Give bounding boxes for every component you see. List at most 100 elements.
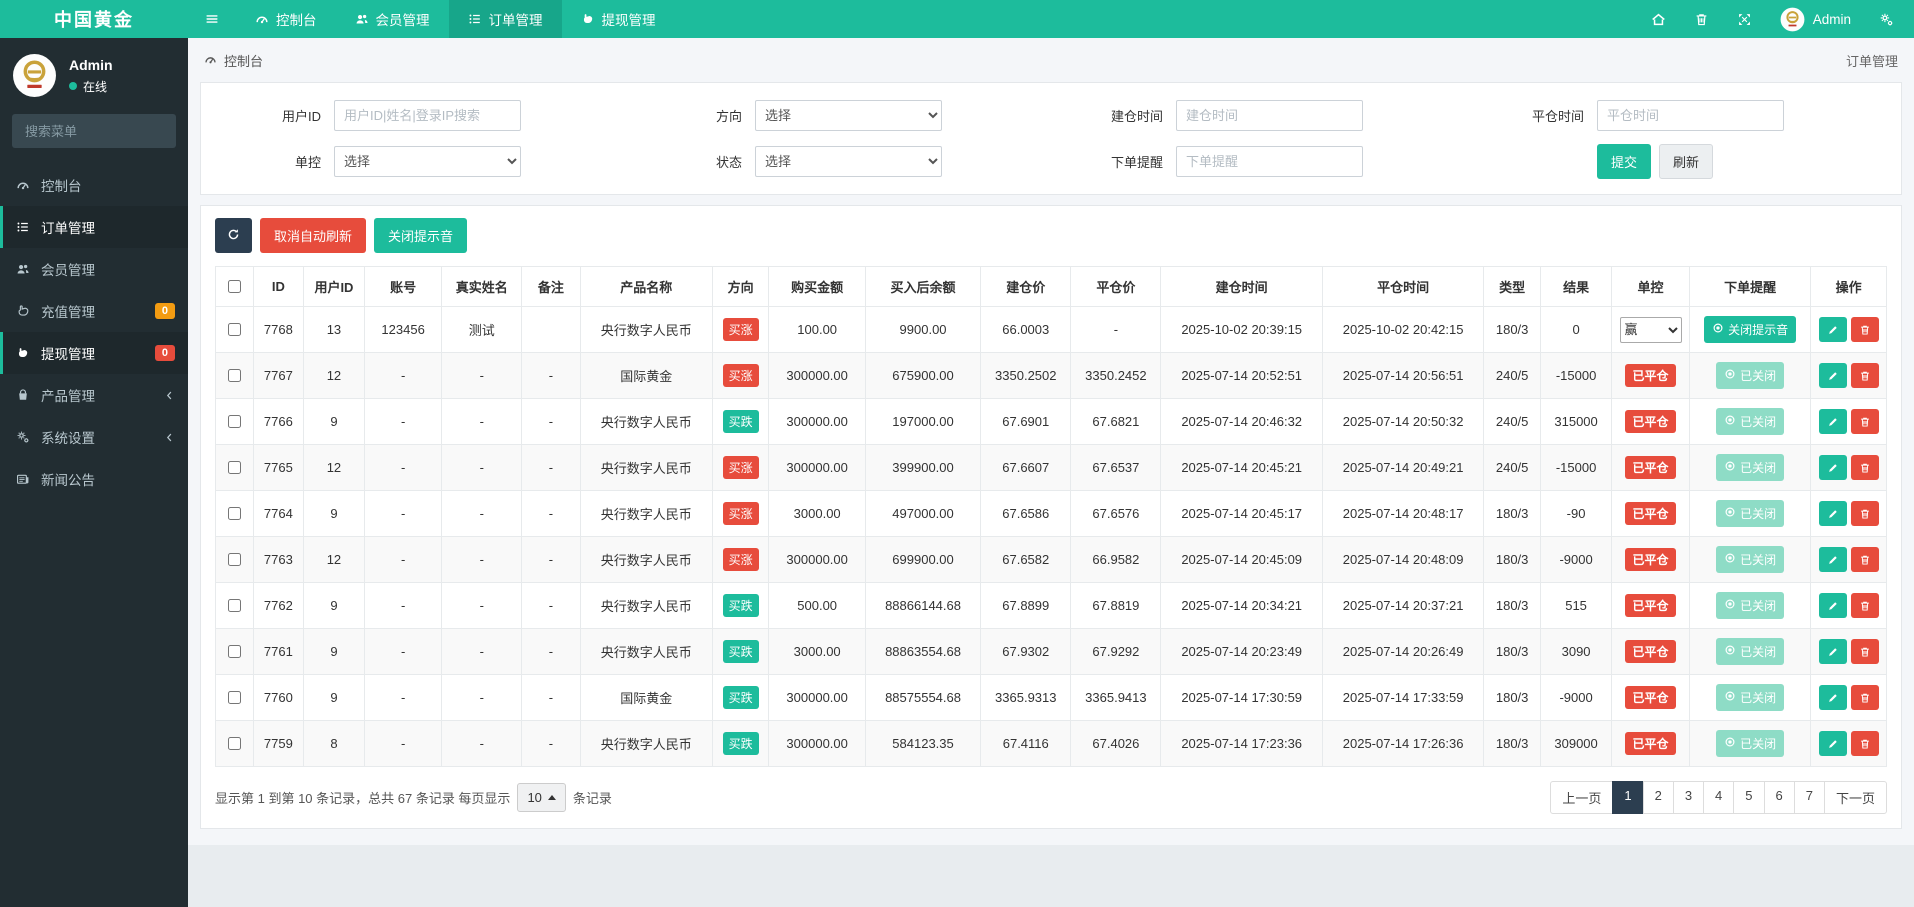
sidebar-item-recharge[interactable]: 充值管理 0 xyxy=(0,290,188,332)
delete-button[interactable] xyxy=(1850,455,1879,480)
remind-closed-button[interactable]: 已关闭 xyxy=(1716,638,1785,665)
page-button-5[interactable]: 5 xyxy=(1733,781,1765,814)
page-button-1[interactable]: 1 xyxy=(1612,781,1644,814)
sidebar-item-withdraw[interactable]: 提现管理 0 xyxy=(0,332,188,374)
order-remind-input[interactable] xyxy=(1176,146,1363,177)
remind-closed-button[interactable]: 已关闭 xyxy=(1716,546,1785,573)
sidebar-toggle-button[interactable] xyxy=(188,0,236,38)
page-size-dropdown[interactable]: 10 xyxy=(517,783,566,812)
row-checkbox[interactable] xyxy=(228,553,242,566)
expand-icon[interactable] xyxy=(1737,12,1752,27)
close-time-input[interactable] xyxy=(1597,100,1784,131)
user-id-input[interactable] xyxy=(334,100,521,131)
refresh-filters-button[interactable]: 刷新 xyxy=(1659,144,1714,179)
orders-table: ID 用户ID 账号 真实姓名 备注 产品名称 方向 购买金额 买入后余额 建仓价 平仓价 建仓时间平… xyxy=(215,266,1887,767)
cell-type: 180/3 xyxy=(1483,720,1541,767)
cancel-auto-refresh-button[interactable]: 取消自动刷新 xyxy=(260,218,367,253)
edit-button[interactable] xyxy=(1818,317,1847,342)
delete-button[interactable] xyxy=(1850,409,1879,434)
select-all-checkbox[interactable] xyxy=(228,280,242,293)
delete-button[interactable] xyxy=(1850,363,1879,388)
direction-badge: 买跌 xyxy=(722,686,759,709)
nav-item-orders[interactable]: 订单管理 xyxy=(448,0,562,38)
direction-badge: 买涨 xyxy=(722,502,759,525)
sidebar-item-orders[interactable]: 订单管理 xyxy=(0,206,188,248)
edit-button[interactable] xyxy=(1818,409,1847,434)
home-icon[interactable] xyxy=(1651,12,1666,27)
control-select[interactable]: 选择 xyxy=(334,146,521,177)
cell-close-price: 66.9582 xyxy=(1070,536,1162,583)
row-checkbox[interactable] xyxy=(228,461,242,474)
cell-open-price: 67.6901 xyxy=(980,398,1072,445)
edit-button[interactable] xyxy=(1818,547,1847,572)
admin-menu[interactable]: Admin xyxy=(1780,7,1851,32)
edit-button[interactable] xyxy=(1818,593,1847,618)
delete-button[interactable] xyxy=(1850,593,1879,618)
submit-button[interactable]: 提交 xyxy=(1597,144,1652,179)
edit-button[interactable] xyxy=(1818,639,1847,664)
sidebar-item-news[interactable]: 新闻公告 xyxy=(0,458,188,500)
cell-remind: 已关闭 xyxy=(1688,398,1812,445)
nav-item-members[interactable]: 会员管理 xyxy=(336,0,449,38)
closed-badge: 已平仓 xyxy=(1625,732,1676,755)
direction-select[interactable]: 选择 xyxy=(755,100,942,131)
nav-item-dashboard[interactable]: 控制台 xyxy=(236,0,336,38)
control-select[interactable]: 赢 xyxy=(1619,316,1682,343)
remind-closed-button[interactable]: 已关闭 xyxy=(1716,592,1785,619)
status-select[interactable]: 选择 xyxy=(755,146,942,177)
row-checkbox[interactable] xyxy=(228,645,242,658)
delete-button[interactable] xyxy=(1850,731,1879,756)
close-remind-button[interactable]: 关闭提示音 xyxy=(1704,316,1797,343)
row-checkbox[interactable] xyxy=(228,323,242,336)
cell-real-name: - xyxy=(441,444,523,491)
delete-button[interactable] xyxy=(1850,501,1879,526)
edit-button[interactable] xyxy=(1818,685,1847,710)
edit-button[interactable] xyxy=(1818,501,1847,526)
delete-button[interactable] xyxy=(1850,317,1879,342)
delete-button[interactable] xyxy=(1850,547,1879,572)
gears-icon[interactable] xyxy=(1879,12,1894,27)
sidebar-item-label: 产品管理 xyxy=(41,389,95,404)
sidebar-search-input[interactable] xyxy=(23,122,203,140)
cell-select xyxy=(215,536,254,583)
delete-button[interactable] xyxy=(1850,685,1879,710)
sidebar-item-dashboard[interactable]: 控制台 xyxy=(0,164,188,206)
edit-button[interactable] xyxy=(1818,731,1847,756)
cell-type: 180/3 xyxy=(1483,582,1541,629)
edit-button[interactable] xyxy=(1818,455,1847,480)
refresh-table-button[interactable] xyxy=(215,218,252,253)
row-checkbox[interactable] xyxy=(228,369,242,382)
row-checkbox[interactable] xyxy=(228,691,242,704)
next-page-button[interactable]: 下一页 xyxy=(1823,781,1887,814)
page-button-2[interactable]: 2 xyxy=(1642,781,1674,814)
remind-closed-button[interactable]: 已关闭 xyxy=(1716,408,1785,435)
remind-closed-button[interactable]: 已关闭 xyxy=(1716,730,1785,757)
remind-closed-button[interactable]: 已关闭 xyxy=(1716,684,1785,711)
cell-select xyxy=(215,398,254,445)
cell-open-price: 67.6607 xyxy=(980,444,1072,491)
page-button-6[interactable]: 6 xyxy=(1763,781,1795,814)
nav-item-withdraw[interactable]: 提现管理 xyxy=(562,0,675,38)
sidebar-item-settings[interactable]: 系统设置 xyxy=(0,416,188,458)
open-time-input[interactable] xyxy=(1176,100,1363,131)
row-checkbox[interactable] xyxy=(228,507,242,520)
remind-closed-button[interactable]: 已关闭 xyxy=(1716,362,1785,389)
page-size-value: 10 xyxy=(527,790,542,805)
remind-closed-button[interactable]: 已关闭 xyxy=(1716,454,1785,481)
edit-button[interactable] xyxy=(1818,363,1847,388)
page-button-7[interactable]: 7 xyxy=(1793,781,1825,814)
page-button-3[interactable]: 3 xyxy=(1672,781,1705,814)
prev-page-button[interactable]: 上一页 xyxy=(1550,781,1614,814)
row-checkbox[interactable] xyxy=(228,599,242,612)
delete-button[interactable] xyxy=(1850,639,1879,664)
page-button-4[interactable]: 4 xyxy=(1703,781,1735,814)
row-checkbox[interactable] xyxy=(228,415,242,428)
sidebar-item-members[interactable]: 会员管理 xyxy=(0,248,188,290)
sidebar-item-products[interactable]: 产品管理 xyxy=(0,374,188,416)
mute-sound-button[interactable]: 关闭提示音 xyxy=(374,218,468,253)
trash-icon[interactable] xyxy=(1694,12,1709,27)
cell-open-time: 2025-07-14 20:45:17 xyxy=(1160,490,1323,537)
remind-closed-button[interactable]: 已关闭 xyxy=(1716,500,1785,527)
row-checkbox[interactable] xyxy=(228,737,242,750)
cell-account: - xyxy=(363,536,443,583)
